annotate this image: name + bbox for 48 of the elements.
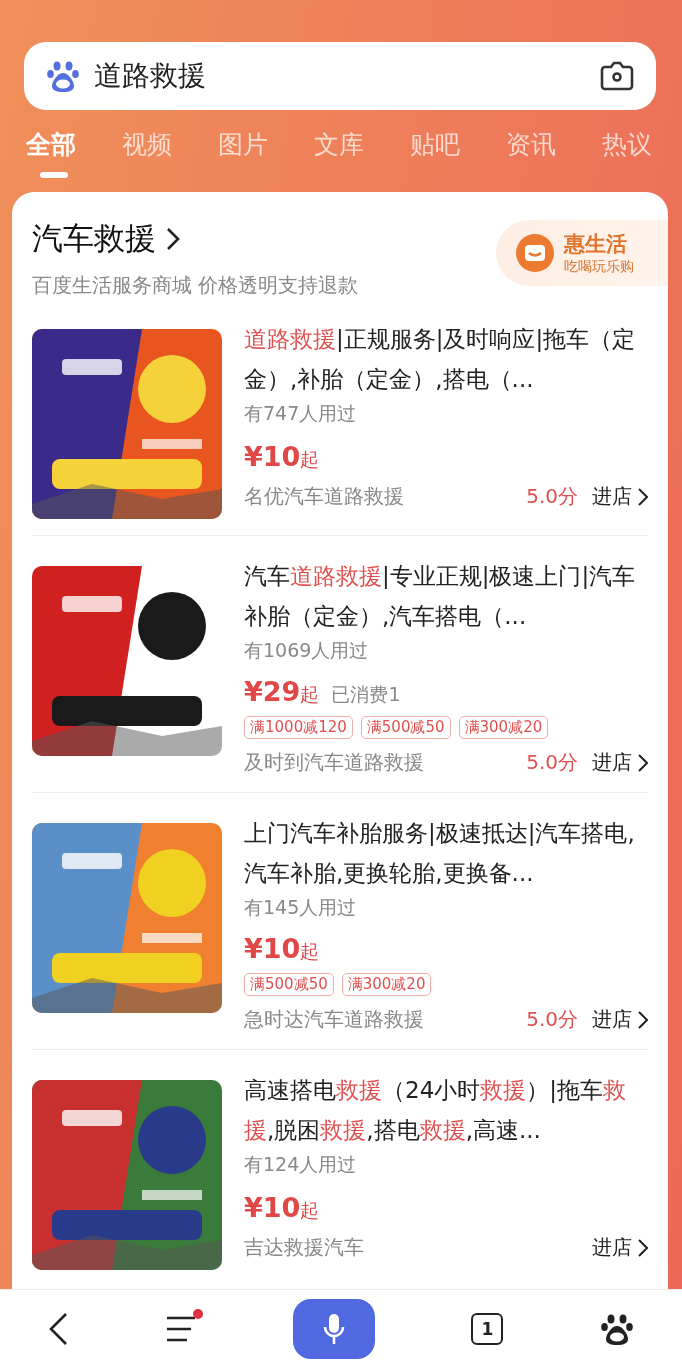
shop-name[interactable]: 名优汽车道路救援	[244, 483, 527, 510]
product-title[interactable]: 高速搭电救援（24小时救援）|拖车救援,脱困救援,搭电救援,高速...	[244, 1070, 648, 1150]
coupon-tag: 满500减50	[244, 973, 334, 996]
product-title[interactable]: 道路救援|正规服务|及时响应|拖车（定金）,补胎（定金）,搭电（...	[244, 319, 648, 399]
shop-rating: 5.0分	[526, 749, 578, 776]
coupon-tag: 满300减20	[458, 716, 549, 739]
shop-name[interactable]: 吉达救援汽车	[244, 1234, 592, 1261]
shop-rating: 5.0分	[526, 1006, 578, 1033]
enter-shop-link[interactable]: 进店	[592, 1006, 648, 1033]
camera-icon[interactable]	[600, 61, 634, 91]
coupon-tag: 满300减20	[341, 973, 432, 996]
chevron-right-icon[interactable]	[638, 1238, 648, 1257]
search-field[interactable]: 道路救援	[24, 42, 656, 110]
sales-count: 已消费1	[331, 682, 401, 707]
usage-count: 有124人用过	[244, 1152, 358, 1177]
chevron-right-icon[interactable]	[638, 487, 648, 506]
section-title[interactable]: 汽车救援	[32, 218, 156, 260]
price: ¥10起	[244, 441, 320, 473]
voice-search-button[interactable]	[292, 1299, 375, 1359]
tab-indicator	[40, 172, 68, 178]
chevron-right-icon[interactable]	[638, 1010, 648, 1029]
back-icon[interactable]	[48, 1312, 69, 1346]
search-input[interactable]: 道路救援	[94, 59, 586, 93]
chevron-right-icon[interactable]	[638, 753, 648, 772]
enter-shop-link[interactable]: 进店	[592, 1234, 648, 1261]
price: ¥29起	[244, 676, 320, 708]
paw-logo-icon	[46, 59, 80, 93]
usage-count: 有145人用过	[244, 895, 358, 920]
smiley-icon	[516, 234, 554, 272]
usage-count: 有747人用过	[244, 401, 358, 426]
tab-count-button[interactable]: 1	[471, 1313, 504, 1345]
enter-shop-link[interactable]: 进店	[592, 749, 648, 776]
product-title[interactable]: 汽车道路救援|专业正规|极速上门|汽车补胎（定金）,汽车搭电（...	[244, 556, 648, 636]
chevron-right-icon[interactable]	[166, 227, 180, 251]
coupon-tag: 满500减50	[360, 716, 451, 739]
price: ¥10起	[244, 933, 320, 965]
section-subtitle: 百度生活服务商城 价格透明支持退款	[32, 272, 360, 299]
shop-name[interactable]: 及时到汽车道路救援	[244, 749, 527, 776]
coupon-tag: 满1000减120	[244, 716, 353, 739]
shop-name[interactable]: 急时达汽车道路救援	[244, 1006, 527, 1033]
product-title[interactable]: 上门汽车补胎服务|极速抵达|汽车搭电,汽车补胎,更换轮胎,更换备...	[244, 813, 648, 893]
menu-icon[interactable]	[164, 1315, 197, 1343]
shop-rating: 5.0分	[526, 483, 578, 510]
usage-count: 有1069人用过	[244, 638, 370, 663]
paw-home-icon[interactable]	[599, 1312, 634, 1346]
microphone-icon	[322, 1312, 345, 1346]
price: ¥10起	[244, 1192, 320, 1224]
enter-shop-link[interactable]: 进店	[592, 483, 648, 510]
